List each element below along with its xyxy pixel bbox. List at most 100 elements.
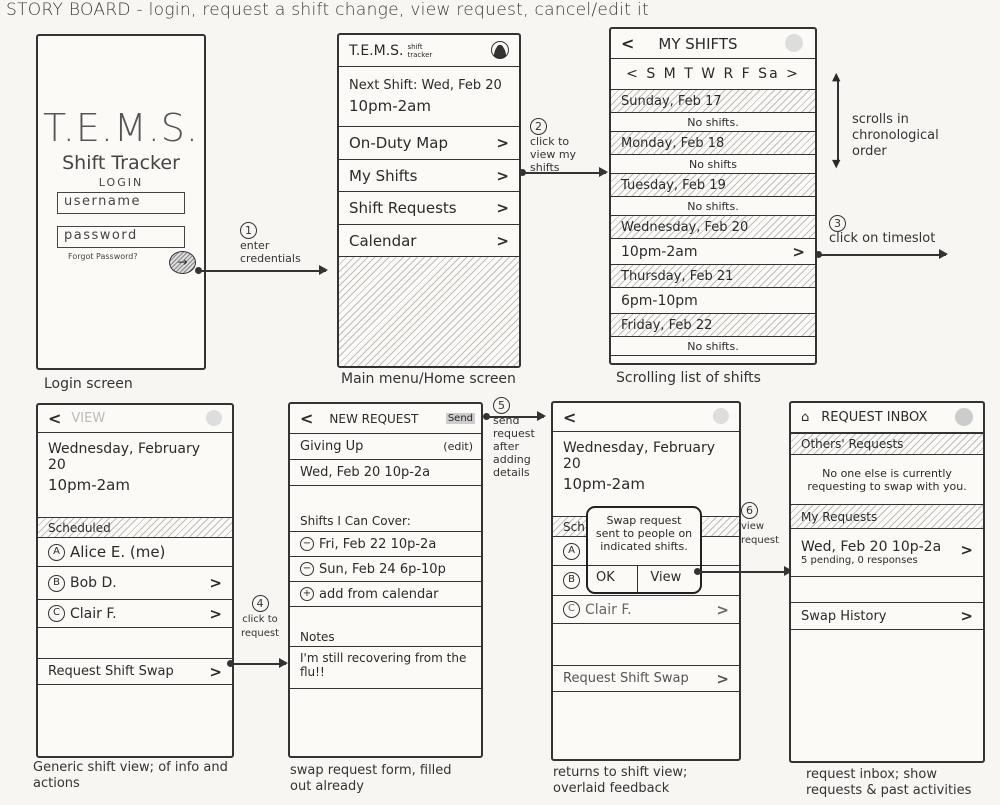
day-header: Friday, Feb 22 (611, 314, 815, 337)
forgot-password-link[interactable]: Forgot Password? (68, 252, 138, 261)
shift-time: 10pm-2am (48, 476, 130, 494)
avatar-icon: C (48, 605, 65, 622)
person-row[interactable]: B Bob D. > (38, 567, 232, 600)
flow-arrow-1 (195, 266, 328, 274)
profile-icon[interactable] (206, 410, 222, 426)
person-row: A Alice E. (me) (38, 538, 232, 567)
empty-area (339, 257, 519, 366)
my-request-item[interactable]: Wed, Feb 20 10p-2a 5 pending, 0 response… (791, 529, 983, 577)
screen-title: REQUEST INBOX (821, 410, 928, 425)
edit-link[interactable]: (edit) (443, 440, 473, 453)
no-shifts-row: No shifts. (611, 337, 815, 356)
chevron-right-icon: > (716, 669, 729, 688)
notes-label: Notes (290, 607, 481, 647)
arrow-down-icon: ▼ (832, 157, 841, 170)
my-shifts-header: < MY SHIFTS (611, 29, 815, 59)
home-icon[interactable]: ⌂ (801, 410, 809, 425)
ok-button[interactable]: OK (588, 566, 639, 592)
swap-history-button[interactable]: Swap History > (791, 603, 983, 630)
shift-view-caption: Generic shift view; of info and actions (33, 760, 228, 791)
others-empty-message: No one else is currently requesting to s… (791, 455, 983, 505)
menu-item-my-shifts[interactable]: My Shifts > (339, 160, 519, 192)
remove-icon[interactable]: − (300, 562, 314, 576)
no-shifts-row: No shifts. (611, 113, 815, 132)
chevron-right-icon: > (716, 600, 729, 619)
profile-icon[interactable] (491, 41, 509, 59)
send-button[interactable]: Send (445, 413, 475, 424)
profile-icon[interactable] (955, 408, 973, 426)
back-icon[interactable]: < (563, 408, 576, 427)
giving-up-label-row: Giving Up (edit) (290, 434, 481, 460)
chevron-right-icon: > (209, 662, 222, 681)
chevron-right-icon: > (496, 199, 509, 217)
profile-icon[interactable] (785, 34, 803, 52)
request-shift-swap-button[interactable]: Request Shift Swap > (38, 659, 232, 685)
shift-timeslot[interactable]: 6pm-10pm (611, 288, 815, 314)
scroll-arrow: ▲ ▼ (832, 70, 840, 170)
person-row[interactable]: C Clair F. > (38, 600, 232, 628)
username-input[interactable]: username (57, 192, 185, 214)
avatar-icon: C (563, 601, 580, 618)
home-caption: Main menu/Home screen (341, 371, 516, 387)
flow-arrow-3 (815, 250, 948, 258)
home-header: T.E.M.S. shift tracker (339, 35, 519, 67)
my-requests-section: My Requests (791, 505, 983, 529)
day-header: Tuesday, Feb 19 (611, 174, 815, 197)
new-request-caption: swap request form, filled out already (290, 763, 452, 794)
feedback-header: < (553, 403, 739, 432)
annotation-1: 1 enter credentials (240, 222, 301, 265)
flow-arrow-5 (483, 412, 546, 420)
chevron-right-icon: > (496, 231, 509, 250)
giving-up-value: Wed, Feb 20 10p-2a (290, 460, 481, 486)
login-submit-button[interactable]: → (169, 251, 196, 274)
screen-title: NEW REQUEST (329, 411, 419, 426)
app-subtitle: Shift Tracker (62, 152, 180, 174)
back-icon[interactable]: < (48, 409, 61, 428)
request-inbox-screen: ⌂ REQUEST INBOX Others' Requests No one … (789, 401, 985, 763)
notes-input[interactable]: I'm still recovering from the flu!! (290, 647, 481, 689)
chevron-right-icon: > (496, 134, 509, 152)
annotation-3: 3 click on timeslot (829, 215, 936, 246)
no-shifts-row: No shifts (611, 155, 815, 174)
cover-item[interactable]: − Fri, Feb 22 10p-2a (290, 532, 481, 557)
annotation-5: 5 send request after adding details (493, 397, 535, 479)
shift-time: 10pm-2am (563, 475, 645, 493)
feedback-caption: returns to shift view; overlaid feedback (553, 765, 688, 796)
screen-title: VIEW (71, 411, 106, 426)
day-header: Wednesday, Feb 20 (611, 216, 815, 239)
menu-item-shift-requests[interactable]: Shift Requests > (339, 192, 519, 225)
avatar-icon: A (48, 543, 65, 561)
day-header: Sunday, Feb 17 (611, 90, 815, 113)
back-icon[interactable]: < (621, 34, 634, 53)
back-icon[interactable]: < (300, 409, 313, 428)
menu-item-calendar[interactable]: Calendar > (339, 225, 519, 257)
login-screen: T.E.M.S. Shift Tracker LOGIN username pa… (36, 34, 206, 370)
chevron-right-icon: > (960, 541, 973, 559)
next-shift-card[interactable]: Next Shift: Wed, Feb 20 10pm-2am (339, 67, 519, 127)
shift-view-screen: < VIEW Wednesday, February 20 10pm-2am S… (36, 403, 234, 758)
remove-icon[interactable]: − (300, 537, 314, 551)
add-from-calendar-button[interactable]: + add from calendar (290, 582, 481, 607)
annotation-4: 4 click to request (240, 595, 279, 639)
shift-timeslot[interactable]: 10pm-2am > (611, 239, 815, 265)
profile-icon[interactable] (713, 408, 729, 424)
login-heading: LOGIN (98, 176, 144, 189)
cover-item[interactable]: − Sun, Feb 24 6p-10p (290, 557, 481, 582)
avatar-icon: A (563, 542, 580, 560)
shift-info: Wednesday, February 20 10pm-2am (38, 433, 232, 517)
avatar-icon: B (48, 574, 65, 592)
next-shift-label: Next Shift: Wed, Feb 20 (349, 78, 502, 93)
week-selector[interactable]: < S M T W R F Sa > (611, 59, 815, 90)
chevron-right-icon: > (209, 574, 222, 592)
dialog-message: Swap request sent to people on indicated… (588, 508, 700, 566)
request-shift-swap-button[interactable]: Request Shift Swap > (553, 666, 739, 692)
my-shifts-caption: Scrolling list of shifts (616, 370, 761, 386)
arrow-up-icon: ▲ (832, 70, 841, 83)
view-button[interactable]: View (638, 566, 700, 592)
section-scheduled: Scheduled (38, 517, 232, 538)
annotation-2: 2 click to view my shifts (530, 118, 577, 174)
person-row[interactable]: C Clair F. > (553, 596, 739, 624)
password-input[interactable]: password (57, 226, 185, 248)
menu-item-on-duty-map[interactable]: On-Duty Map > (339, 127, 519, 160)
inbox-header: ⌂ REQUEST INBOX (791, 403, 983, 433)
